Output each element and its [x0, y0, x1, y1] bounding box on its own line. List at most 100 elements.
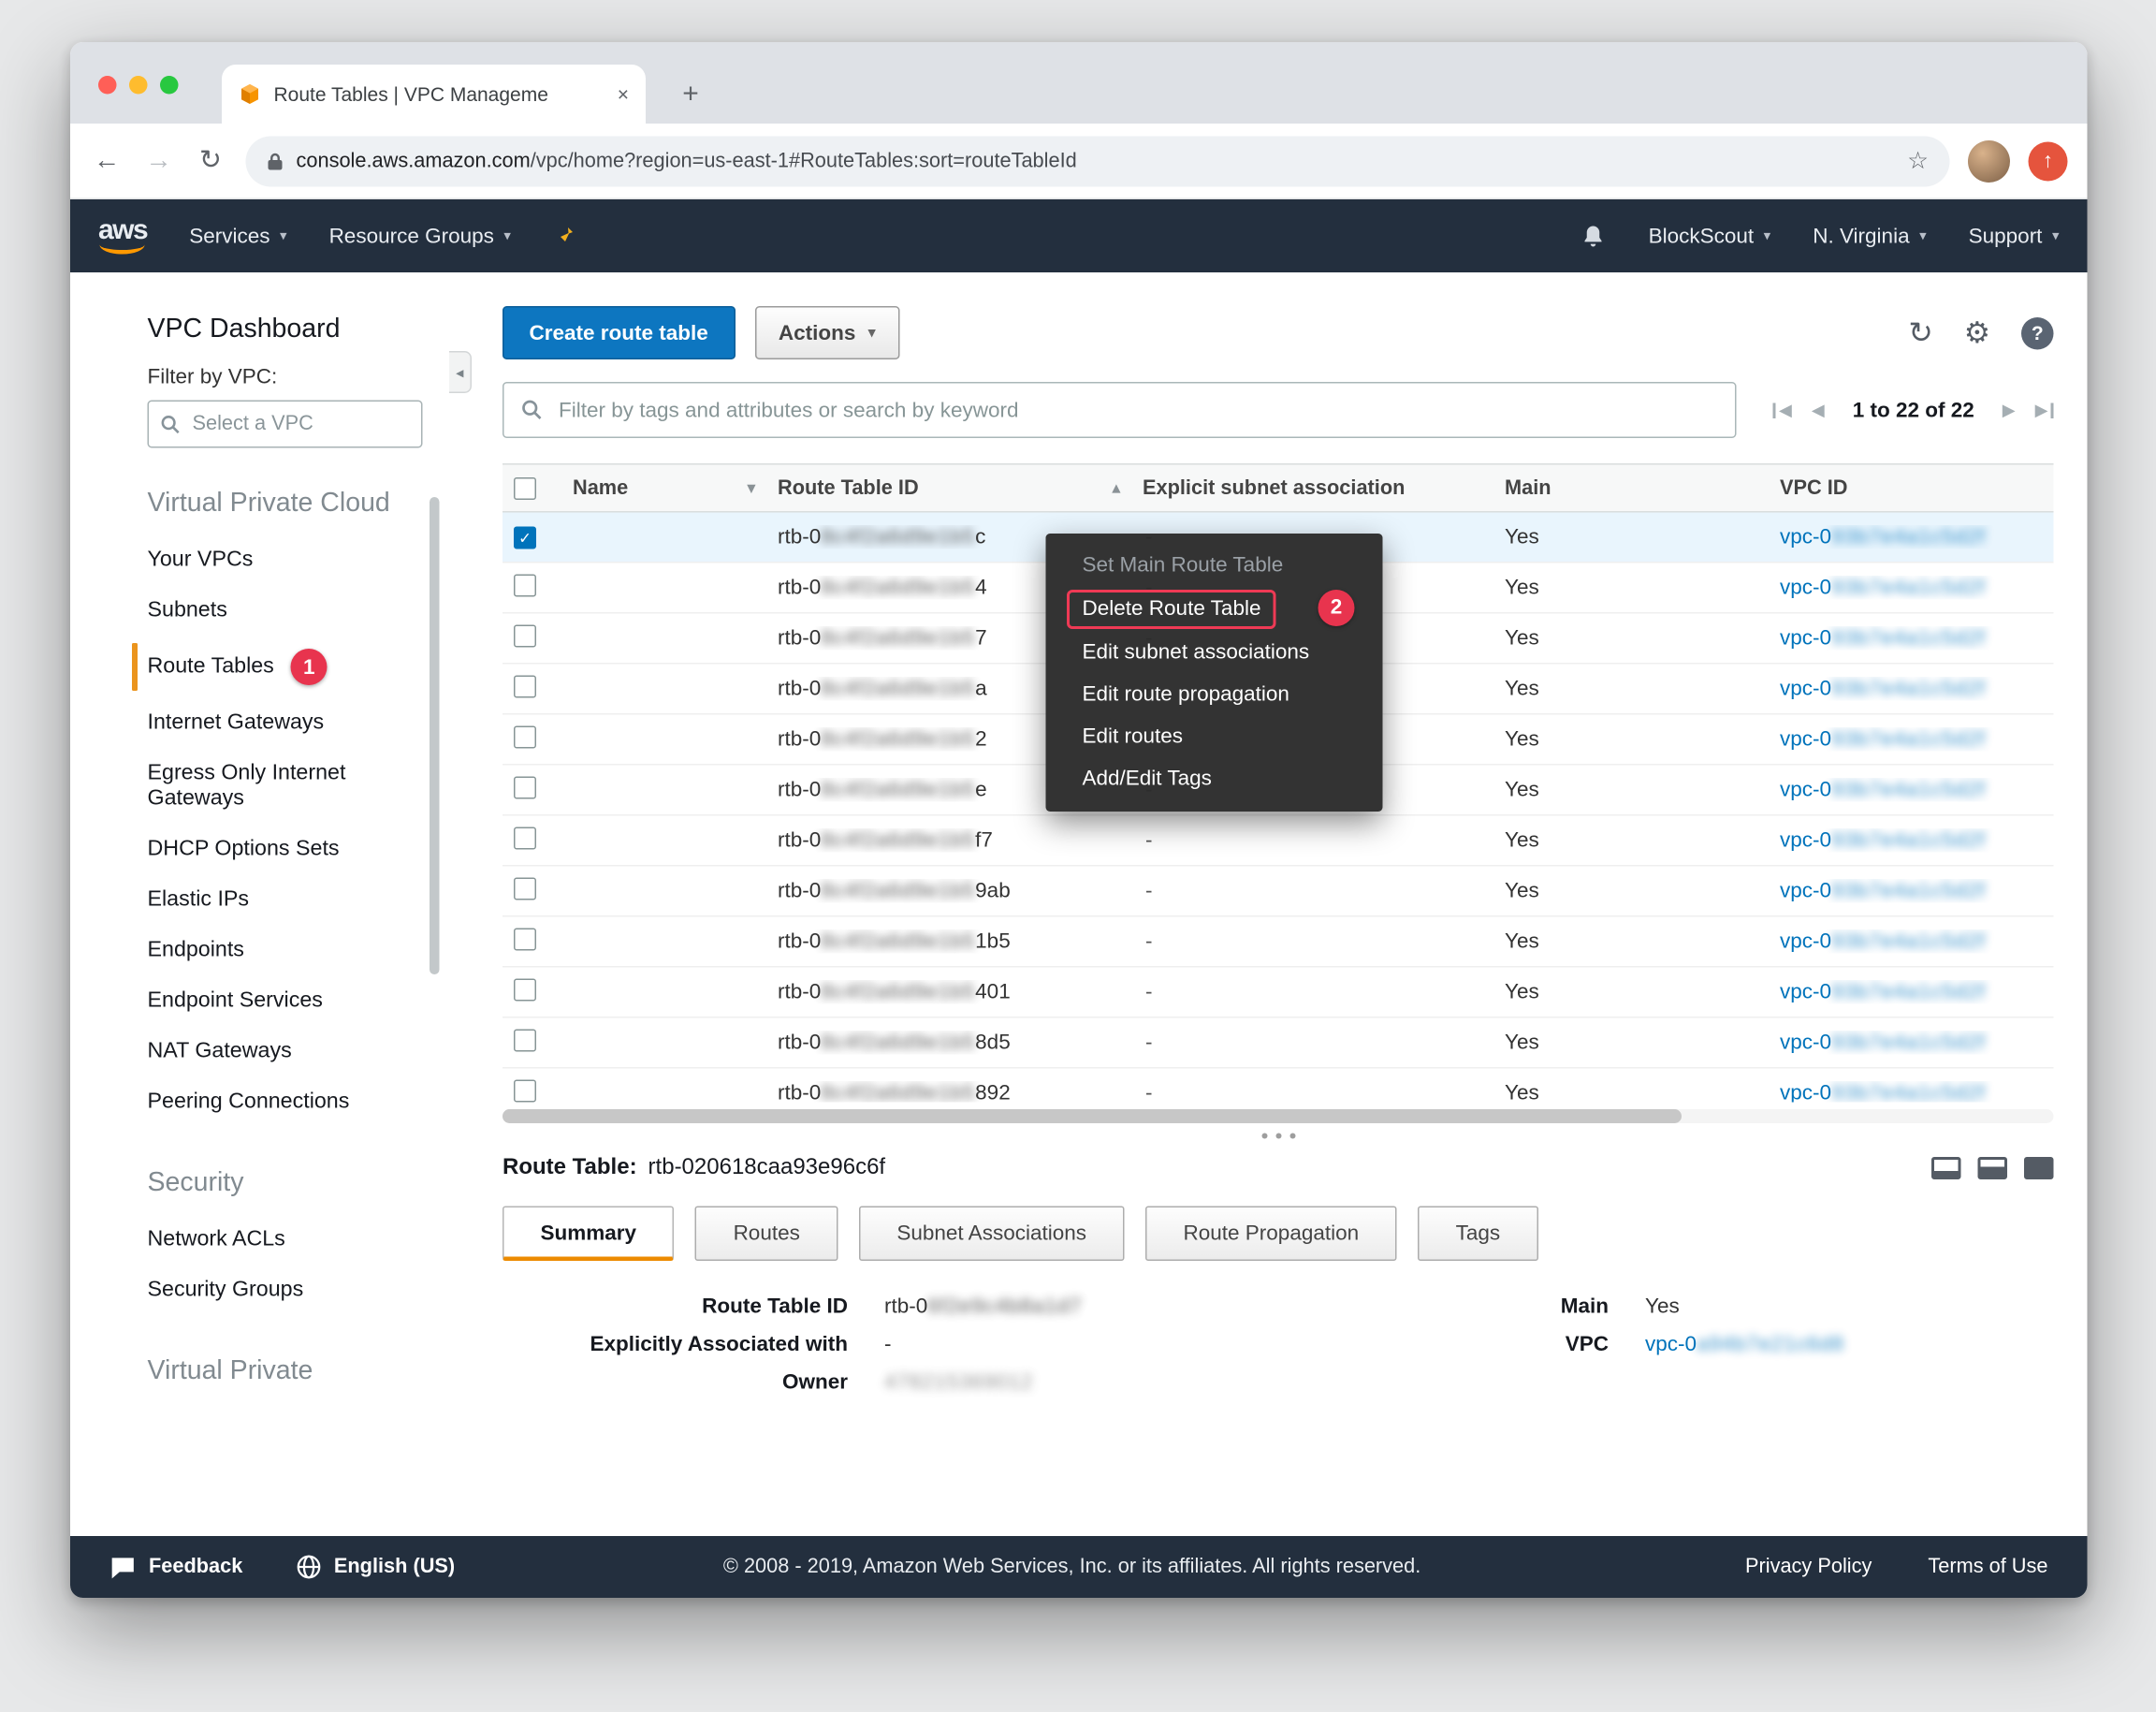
sidebar-item-peering-connections[interactable]: Peering Connections [70, 1077, 421, 1128]
row-checkbox[interactable] [514, 978, 536, 1001]
tab-routes[interactable]: Routes [695, 1207, 838, 1262]
menu-item-delete-route-table[interactable]: Delete Route Table2 [1046, 587, 1383, 632]
notifications-bell-icon[interactable] [1581, 223, 1607, 250]
vpc-id-link[interactable]: vpc-093b7e4a1c5d2f [1780, 677, 1986, 701]
column-header-route-table-id[interactable]: Route Table ID▴ [766, 465, 1131, 512]
close-window-button[interactable] [98, 76, 117, 95]
row-checkbox[interactable] [514, 877, 536, 900]
menu-item-add-edit-tags[interactable]: Add/Edit Tags [1046, 758, 1383, 800]
row-checkbox[interactable] [514, 574, 536, 596]
vpc-id-link[interactable]: vpc-0a94b7e21c6d8 [1645, 1333, 1844, 1357]
tab-close-icon[interactable]: × [618, 83, 629, 106]
row-checkbox[interactable] [514, 675, 536, 697]
horizontal-scrollbar[interactable] [503, 1109, 2054, 1123]
extension-icon[interactable]: ↑ [2029, 141, 2068, 181]
browser-tab[interactable]: Route Tables | VPC Manageme × [222, 65, 646, 124]
row-checkbox[interactable] [514, 624, 536, 647]
panel-resize-handle[interactable] [503, 1134, 2054, 1139]
filter-caret-icon[interactable]: ▾ [739, 479, 755, 498]
terms-of-use-link[interactable]: Terms of Use [1928, 1556, 2047, 1578]
vpc-id-link[interactable]: vpc-093b7e4a1c5d2f [1780, 1081, 1986, 1103]
sidebar-item-your-vpcs[interactable]: Your VPCs [70, 535, 421, 586]
sidebar-collapse-button[interactable]: ◂ [449, 351, 472, 393]
table-filter-input[interactable] [556, 397, 1719, 424]
bottom-pane-icon[interactable] [1931, 1157, 1961, 1179]
actions-button[interactable]: Actions▾ [754, 306, 899, 359]
vpc-filter-input[interactable] [190, 412, 386, 437]
sidebar-item-endpoint-services[interactable]: Endpoint Services [70, 976, 421, 1027]
sidebar-item-subnets[interactable]: Subnets [70, 586, 421, 637]
table-row[interactable]: rtb-08c4f2a6d9e1b5401-Yesvpc-093b7e4a1c5… [503, 968, 2054, 1018]
new-tab-button[interactable]: + [671, 75, 710, 114]
last-page-icon[interactable]: ▶ [2035, 401, 2054, 420]
resource-groups-menu[interactable]: Resource Groups▾ [329, 224, 511, 248]
back-button[interactable]: ← [90, 145, 124, 176]
sidebar-item-dhcp-options-sets[interactable]: DHCP Options Sets [70, 825, 421, 875]
column-header-explicit-subnet-association[interactable]: Explicit subnet association [1131, 465, 1493, 512]
bookmark-star-icon[interactable]: ☆ [1907, 147, 1929, 175]
column-header-name[interactable]: Name▾ [561, 465, 766, 512]
row-checkbox[interactable] [514, 725, 536, 748]
sidebar-item-nat-gateways[interactable]: NAT Gateways [70, 1027, 421, 1077]
refresh-icon[interactable]: ↻ [1908, 315, 1932, 351]
column-header-vpc-id[interactable]: VPC ID [1769, 465, 2054, 512]
create-route-table-button[interactable]: Create route table [503, 306, 735, 359]
vpc-id-link[interactable]: vpc-093b7e4a1c5d2f [1780, 879, 1986, 903]
services-menu[interactable]: Services▾ [189, 224, 286, 248]
vpc-filter-box[interactable] [148, 401, 423, 448]
language-selector[interactable]: English (US) [296, 1555, 455, 1580]
reload-button[interactable]: ↻ [194, 145, 227, 178]
zoom-window-button[interactable] [160, 76, 179, 95]
privacy-policy-link[interactable]: Privacy Policy [1745, 1556, 1872, 1578]
row-checkbox[interactable] [514, 1029, 536, 1051]
vpc-id-link[interactable]: vpc-093b7e4a1c5d2f [1780, 576, 1986, 600]
vpc-id-link[interactable]: vpc-093b7e4a1c5d2f [1780, 1031, 1986, 1055]
tab-subnet-associations[interactable]: Subnet Associations [859, 1207, 1125, 1262]
support-menu[interactable]: Support▾ [1969, 224, 2060, 248]
scrollbar-thumb[interactable] [503, 1109, 1682, 1123]
sidebar-item-security-groups[interactable]: Security Groups [70, 1266, 421, 1316]
vpc-id-link[interactable]: vpc-093b7e4a1c5d2f [1780, 980, 1986, 1004]
table-filter-box[interactable] [503, 382, 1737, 438]
vpc-id-link[interactable]: vpc-093b7e4a1c5d2f [1780, 929, 1986, 954]
table-row[interactable]: rtb-08c4f2a6d9e1b59ab-Yesvpc-093b7e4a1c5… [503, 867, 2054, 917]
forward-button[interactable]: → [142, 145, 176, 176]
sidebar-scrollbar[interactable] [430, 497, 440, 974]
help-icon[interactable]: ? [2021, 316, 2054, 349]
previous-page-icon[interactable]: ◀ [1812, 401, 1825, 420]
gear-icon[interactable]: ⚙ [1964, 315, 1990, 351]
table-row[interactable]: rtb-08c4f2a6d9e1b51b5-Yesvpc-093b7e4a1c5… [503, 917, 2054, 968]
column-header-main[interactable]: Main [1493, 465, 1769, 512]
vpc-id-link[interactable]: vpc-093b7e4a1c5d2f [1780, 626, 1986, 651]
address-bar[interactable]: console.aws.amazon.com/vpc/home?region=u… [246, 136, 1950, 186]
menu-item-edit-subnet-associations[interactable]: Edit subnet associations [1046, 632, 1383, 674]
sidebar-item-egress-only-internet-gateways[interactable]: Egress Only Internet Gateways [70, 749, 421, 825]
account-menu[interactable]: BlockScout▾ [1649, 224, 1771, 248]
sidebar-item-elastic-ips[interactable]: Elastic IPs [70, 875, 421, 926]
menu-item-edit-routes[interactable]: Edit routes [1046, 716, 1383, 758]
row-checkbox[interactable] [514, 776, 536, 798]
profile-avatar[interactable] [1968, 139, 2010, 182]
tab-route-propagation[interactable]: Route Propagation [1145, 1207, 1397, 1262]
sidebar-item-internet-gateways[interactable]: Internet Gateways [70, 698, 421, 749]
split-pane-icon[interactable] [1978, 1157, 2008, 1179]
row-checkbox[interactable] [514, 928, 536, 950]
select-all-checkbox[interactable] [514, 476, 536, 499]
sidebar-item-route-tables[interactable]: Route Tables1 [70, 637, 421, 698]
sidebar-item-network-acls[interactable]: Network ACLs [70, 1215, 421, 1266]
table-row[interactable]: rtb-08c4f2a6d9e1b5892-Yesvpc-093b7e4a1c5… [503, 1069, 2054, 1103]
feedback-button[interactable]: Feedback [109, 1555, 242, 1579]
pin-icon[interactable] [553, 225, 575, 247]
vpc-id-link[interactable]: vpc-093b7e4a1c5d2f [1780, 727, 1986, 752]
table-row[interactable]: rtb-08c4f2a6d9e1b58d5-Yesvpc-093b7e4a1c5… [503, 1018, 2054, 1069]
vpc-id-link[interactable]: vpc-093b7e4a1c5d2f [1780, 828, 1986, 853]
row-checkbox[interactable]: ✓ [514, 527, 536, 549]
tab-tags[interactable]: Tags [1418, 1207, 1538, 1262]
row-checkbox[interactable] [514, 1079, 536, 1102]
table-row[interactable]: rtb-08c4f2a6d9e1b5f7-Yesvpc-093b7e4a1c5d… [503, 816, 2054, 867]
region-menu[interactable]: N. Virginia▾ [1813, 224, 1926, 248]
row-checkbox[interactable] [514, 827, 536, 849]
menu-item-edit-route-propagation[interactable]: Edit route propagation [1046, 674, 1383, 716]
vpc-id-link[interactable]: vpc-093b7e4a1c5d2f [1780, 778, 1986, 802]
sidebar-item-endpoints[interactable]: Endpoints [70, 926, 421, 976]
